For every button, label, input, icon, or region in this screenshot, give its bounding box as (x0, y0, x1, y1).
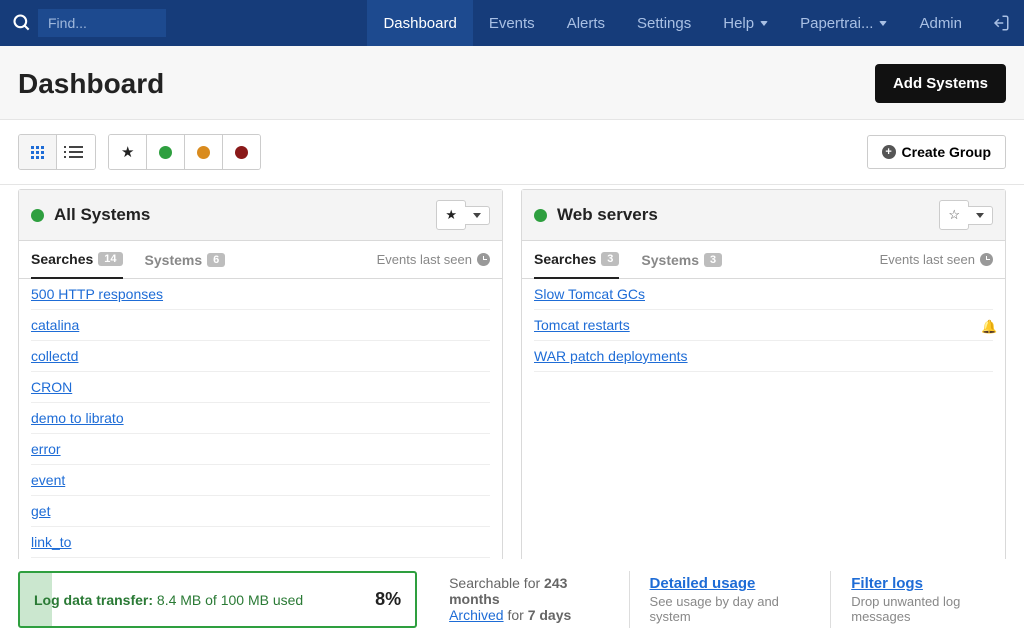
plus-icon: + (882, 145, 896, 159)
chevron-down-icon (976, 213, 984, 218)
search-link[interactable]: event (31, 472, 65, 488)
panel-title: Web servers (557, 205, 939, 225)
filter-group: ★ (108, 134, 261, 170)
red-dot-icon (235, 146, 248, 159)
search-item: 500 HTTP responses (31, 279, 490, 310)
nav-alerts[interactable]: Alerts (551, 0, 621, 46)
clock-icon (477, 253, 490, 266)
chevron-down-icon (760, 21, 768, 26)
star-icon: ★ (121, 143, 134, 161)
add-systems-button[interactable]: Add Systems (875, 64, 1006, 103)
search-link[interactable]: CRON (31, 379, 72, 395)
nav-settings[interactable]: Settings (621, 0, 707, 46)
nav-admin[interactable]: Admin (903, 0, 978, 46)
status-dot-icon (534, 209, 547, 222)
chevron-down-icon (879, 21, 887, 26)
count-badge: 14 (98, 252, 122, 266)
search-link[interactable]: get (31, 503, 50, 519)
panel-title: All Systems (54, 205, 436, 225)
count-badge: 6 (207, 253, 225, 267)
detailed-usage-col: Detailed usage See usage by day and syst… (629, 571, 807, 628)
search-item: catalina (31, 310, 490, 341)
view-toggle (18, 134, 96, 170)
events-last-seen[interactable]: Events last seen (377, 252, 490, 277)
chevron-down-icon (473, 213, 481, 218)
tab-systems[interactable]: Systems 6 (145, 252, 226, 278)
search-item: event (31, 465, 490, 496)
panel-menu-button[interactable] (968, 206, 993, 225)
count-badge: 3 (601, 252, 619, 266)
retention-info: Searchable for 243 months Archived for 7… (441, 571, 604, 628)
list-view-button[interactable] (57, 135, 95, 169)
clock-icon (980, 253, 993, 266)
logout-icon[interactable] (978, 0, 1024, 46)
filter-red[interactable] (223, 135, 260, 169)
search-icon (12, 13, 32, 33)
search-link[interactable]: WAR patch deployments (534, 348, 688, 364)
header-row: Dashboard Add Systems (0, 46, 1024, 120)
search-item: collectd (31, 341, 490, 372)
usage-percent: 8% (375, 589, 401, 610)
search-link[interactable]: link_to (31, 534, 71, 550)
green-dot-icon (159, 146, 172, 159)
star-button[interactable]: ☆ (939, 200, 969, 230)
search-item: Tomcat restarts 🔔 (534, 310, 993, 341)
grid-view-button[interactable] (19, 135, 57, 169)
tab-searches[interactable]: Searches 14 (31, 251, 123, 279)
orange-dot-icon (197, 146, 210, 159)
search-link[interactable]: 500 HTTP responses (31, 286, 163, 302)
search-item: link_to (31, 527, 490, 558)
tab-searches[interactable]: Searches 3 (534, 251, 619, 279)
create-group-button[interactable]: +Create Group (867, 135, 1006, 169)
search-link[interactable]: Slow Tomcat GCs (534, 286, 645, 302)
nav-dashboard[interactable]: Dashboard (367, 0, 472, 46)
filter-starred[interactable]: ★ (109, 135, 147, 169)
search-link[interactable]: collectd (31, 348, 78, 364)
search-item: Slow Tomcat GCs (534, 279, 993, 310)
search-wrap (0, 0, 174, 46)
usage-meter: Log data transfer: 8.4 MB of 100 MB used… (18, 571, 417, 628)
bell-icon: 🔔 (981, 319, 993, 331)
filter-logs-link[interactable]: Filter logs (851, 575, 923, 592)
count-badge: 3 (704, 253, 722, 267)
archived-link[interactable]: Archived (449, 607, 503, 623)
filter-green[interactable] (147, 135, 185, 169)
footer: Log data transfer: 8.4 MB of 100 MB used… (0, 559, 1024, 640)
list-icon (69, 146, 83, 158)
search-item: demo to librato (31, 403, 490, 434)
top-nav: DashboardEventsAlertsSettingsHelpPapertr… (0, 0, 1024, 46)
panel-menu-button[interactable] (465, 206, 490, 225)
search-link[interactable]: Tomcat restarts (534, 317, 630, 333)
toolbar: ★ +Create Group (0, 120, 1024, 185)
nav-papertrai[interactable]: Papertrai... (784, 0, 903, 46)
nav-events[interactable]: Events (473, 0, 551, 46)
search-link[interactable]: demo to librato (31, 410, 124, 426)
page-title: Dashboard (18, 68, 164, 100)
star-button[interactable]: ★ (436, 200, 466, 230)
search-item: CRON (31, 372, 490, 403)
status-dot-icon (31, 209, 44, 222)
nav-help[interactable]: Help (707, 0, 784, 46)
detailed-usage-link[interactable]: Detailed usage (650, 575, 756, 592)
search-link[interactable]: error (31, 441, 61, 457)
tab-systems[interactable]: Systems 3 (641, 252, 722, 278)
search-item: get (31, 496, 490, 527)
search-link[interactable]: catalina (31, 317, 79, 333)
filter-logs-col: Filter logs Drop unwanted log messages (830, 571, 1006, 628)
search-input[interactable] (38, 9, 166, 37)
events-last-seen[interactable]: Events last seen (880, 252, 993, 277)
filter-orange[interactable] (185, 135, 223, 169)
search-item: error (31, 434, 490, 465)
search-item: WAR patch deployments (534, 341, 993, 372)
grid-icon (31, 146, 44, 159)
